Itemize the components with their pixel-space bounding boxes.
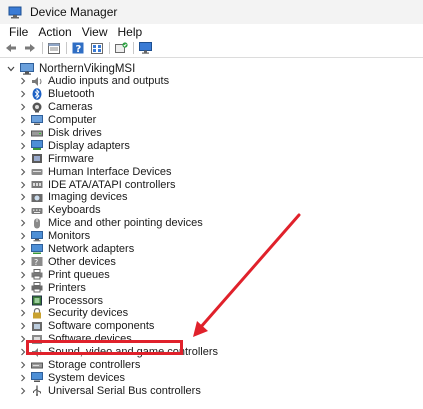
chevron-right-icon[interactable] xyxy=(19,193,27,201)
ide-controller-icon xyxy=(30,179,43,190)
back-arrow-icon[interactable] xyxy=(3,41,19,55)
category-firmware[interactable]: Firmware xyxy=(0,152,218,165)
chevron-right-icon[interactable] xyxy=(19,77,27,85)
keyboard-icon xyxy=(30,205,43,216)
software-component-icon xyxy=(30,321,43,332)
chevron-right-icon[interactable] xyxy=(19,181,27,189)
chevron-right-icon[interactable] xyxy=(19,245,27,253)
chevron-right-icon[interactable] xyxy=(19,361,27,369)
chevron-right-icon[interactable] xyxy=(19,258,27,266)
category-keyboards[interactable]: Keyboards xyxy=(0,204,218,217)
system-device-icon xyxy=(30,372,43,383)
chevron-right-icon[interactable] xyxy=(19,374,27,382)
computer-icon xyxy=(20,63,34,75)
menu-file[interactable]: File xyxy=(4,25,33,39)
menu-bar: File Action View Help xyxy=(0,24,423,40)
category-monitors[interactable]: Monitors xyxy=(0,230,218,243)
toolbar-separator xyxy=(133,42,134,54)
update-driver-icon[interactable] xyxy=(113,41,129,55)
svg-text:?: ? xyxy=(34,258,38,267)
category-human-interface-devices[interactable]: Human Interface Devices xyxy=(0,165,218,178)
chevron-right-icon[interactable] xyxy=(19,271,27,279)
tree-root[interactable]: NorthernVikingMSI xyxy=(0,62,135,76)
chevron-right-icon[interactable] xyxy=(19,219,27,227)
chevron-right-icon[interactable] xyxy=(19,116,27,124)
forward-arrow-icon[interactable] xyxy=(22,41,38,55)
properties-icon[interactable] xyxy=(46,41,62,55)
monitor-icon xyxy=(30,230,43,242)
chevron-right-icon[interactable] xyxy=(19,129,27,137)
chevron-right-icon[interactable] xyxy=(19,168,27,176)
tree-root-label: NorthernVikingMSI xyxy=(39,63,136,75)
category-security-devices[interactable]: Security devices xyxy=(0,307,218,320)
menu-help[interactable]: Help xyxy=(113,25,148,39)
title-bar: Device Manager xyxy=(0,0,423,24)
chevron-right-icon[interactable] xyxy=(19,387,27,395)
chevron-right-icon[interactable] xyxy=(19,155,27,163)
chevron-right-icon[interactable] xyxy=(19,142,27,150)
window-title: Device Manager xyxy=(30,5,118,19)
storage-controller-icon xyxy=(30,360,43,371)
network-adapter-icon xyxy=(30,243,43,255)
highlight-box xyxy=(26,340,183,355)
category-software-components[interactable]: Software components xyxy=(0,320,218,333)
usb-icon xyxy=(30,385,43,397)
chevron-down-icon[interactable] xyxy=(6,66,16,72)
mouse-icon xyxy=(30,218,43,229)
disk-drive-icon xyxy=(30,128,43,139)
category-computer[interactable]: Computer xyxy=(0,114,218,127)
print-queue-icon xyxy=(30,269,43,280)
category-system-devices[interactable]: System devices xyxy=(0,371,218,384)
chevron-right-icon[interactable] xyxy=(19,322,27,330)
device-tree: NorthernVikingMSI Audio inputs and outpu… xyxy=(0,57,423,409)
category-mice-and-other-pointing-devices[interactable]: Mice and other pointing devices xyxy=(0,217,218,230)
menu-action[interactable]: Action xyxy=(33,25,76,39)
computer-icon xyxy=(30,114,43,126)
category-network-adapters[interactable]: Network adapters xyxy=(0,243,218,256)
help-icon[interactable]: ? xyxy=(70,41,86,55)
chevron-right-icon[interactable] xyxy=(19,206,27,214)
chevron-right-icon[interactable] xyxy=(19,297,27,305)
category-cameras[interactable]: Cameras xyxy=(0,101,218,114)
toolbar-separator xyxy=(42,42,43,54)
category-universal-serial-bus-controllers[interactable]: Universal Serial Bus controllers xyxy=(0,384,218,397)
category-other-devices[interactable]: ? Other devices xyxy=(0,255,218,268)
other-devices-icon: ? xyxy=(30,256,43,267)
details-icon[interactable] xyxy=(89,41,105,55)
processor-icon xyxy=(30,295,43,306)
display-adapter-icon xyxy=(30,140,43,151)
chevron-right-icon[interactable] xyxy=(19,90,27,98)
chevron-right-icon[interactable] xyxy=(19,103,27,111)
category-processors[interactable]: Processors xyxy=(0,294,218,307)
bluetooth-icon xyxy=(30,88,43,101)
camera-icon xyxy=(30,102,43,113)
hid-icon xyxy=(30,166,43,177)
category-audio-inputs-and-outputs[interactable]: Audio inputs and outputs xyxy=(0,75,218,88)
category-disk-drives[interactable]: Disk drives xyxy=(0,127,218,140)
imaging-device-icon xyxy=(30,192,43,203)
device-manager-icon xyxy=(8,6,22,19)
toolbar: ? xyxy=(0,40,423,56)
category-imaging-devices[interactable]: Imaging devices xyxy=(0,191,218,204)
security-device-icon xyxy=(30,307,43,319)
toolbar-separator xyxy=(66,42,67,54)
svg-text:?: ? xyxy=(76,44,82,54)
printer-icon xyxy=(30,282,43,293)
category-display-adapters[interactable]: Display adapters xyxy=(0,139,218,152)
category-storage-controllers[interactable]: Storage controllers xyxy=(0,359,218,372)
category-printers[interactable]: Printers xyxy=(0,281,218,294)
chevron-right-icon[interactable] xyxy=(19,232,27,240)
monitor-icon[interactable] xyxy=(137,41,153,55)
chevron-right-icon[interactable] xyxy=(19,284,27,292)
chevron-right-icon[interactable] xyxy=(19,309,27,317)
toolbar-separator xyxy=(109,42,110,54)
firmware-icon xyxy=(30,153,43,164)
menu-view[interactable]: View xyxy=(77,25,113,39)
category-bluetooth[interactable]: Bluetooth xyxy=(0,88,218,101)
category-ide-ata-atapi-controllers[interactable]: IDE ATA/ATAPI controllers xyxy=(0,178,218,191)
category-print-queues[interactable]: Print queues xyxy=(0,268,218,281)
speaker-icon xyxy=(30,76,43,87)
